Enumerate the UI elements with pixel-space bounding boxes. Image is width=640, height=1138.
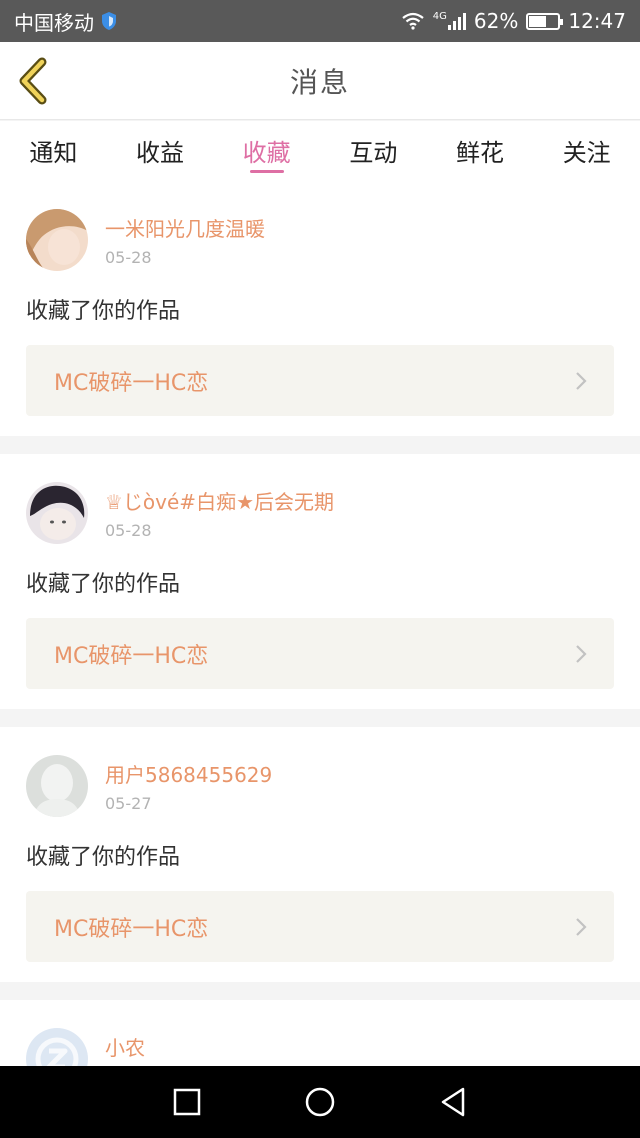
chevron-right-icon: [576, 917, 587, 936]
status-bar: 中国移动 4G 62% 12:47: [0, 0, 640, 42]
tab-notifications[interactable]: 通知: [0, 121, 107, 181]
page-title: 消息: [289, 65, 350, 99]
message-date: 05-27: [105, 794, 152, 813]
home-button[interactable]: [302, 1084, 338, 1120]
message-list: 一米阳光几度温暖 05-28 收藏了你的作品 MC破碎一HC恋 ♕じòvé#白痴…: [0, 181, 640, 1066]
message-card: 一米阳光几度温暖 05-28 收藏了你的作品 MC破碎一HC恋: [0, 181, 640, 436]
message-header: ♕じòvé#白痴★后会无期 05-28: [26, 482, 614, 544]
message-meta: 用户5868455629 05-27: [105, 759, 272, 813]
triangle-back-icon: [442, 1087, 465, 1117]
message-header: 一米阳光几度温暖 05-28: [26, 209, 614, 271]
signal-bars-icon: [447, 12, 466, 30]
work-link[interactable]: MC破碎一HC恋: [26, 345, 614, 416]
avatar[interactable]: [26, 209, 88, 271]
nav-bar: 消息: [0, 42, 640, 120]
username[interactable]: 小农: [105, 1032, 152, 1061]
recent-apps-button[interactable]: [169, 1084, 205, 1120]
message-text: 收藏了你的作品: [26, 572, 181, 597]
tab-interactions[interactable]: 互动: [320, 121, 427, 181]
message-date: 05-28: [105, 248, 152, 267]
network-type: 4G: [432, 11, 447, 22]
shield-icon: [102, 12, 116, 30]
back-button[interactable]: [14, 56, 54, 106]
message-header: 小农 05-27: [26, 1028, 614, 1066]
work-title: MC破碎一HC恋: [54, 370, 209, 396]
message-text: 收藏了你的作品: [26, 845, 181, 870]
message-text: 收藏了你的作品: [26, 299, 181, 324]
wifi-icon: [402, 12, 424, 30]
work-link[interactable]: MC破碎一HC恋: [26, 618, 614, 689]
battery-icon: [526, 12, 564, 30]
username[interactable]: ♕じòvé#白痴★后会无期: [105, 486, 334, 515]
chevron-left-icon: [19, 57, 47, 105]
message-meta: 一米阳光几度温暖 05-28: [105, 213, 265, 267]
message-card: 小农 05-27: [0, 1000, 640, 1066]
battery-percent: 62%: [473, 9, 519, 33]
status-left: 中国移动: [14, 7, 118, 36]
work-title: MC破碎一HC恋: [54, 916, 209, 942]
work-title: MC破碎一HC恋: [54, 643, 209, 669]
square-icon: [173, 1088, 200, 1116]
username[interactable]: 用户5868455629: [105, 759, 272, 788]
system-navigation-bar: [0, 1066, 640, 1138]
avatar[interactable]: [26, 1028, 88, 1066]
message-date: 05-28: [105, 521, 152, 540]
clock: 12:47: [568, 9, 626, 33]
chevron-right-icon: [576, 644, 587, 663]
tab-follows[interactable]: 关注: [533, 121, 640, 181]
cellular-signal: 4G: [433, 12, 466, 30]
work-link[interactable]: MC破碎一HC恋: [26, 891, 614, 962]
category-tabs: 通知 收益 收藏 互动 鲜花 关注: [0, 121, 640, 181]
tab-flowers[interactable]: 鲜花: [427, 121, 534, 181]
back-system-button[interactable]: [435, 1084, 471, 1120]
avatar[interactable]: [26, 482, 88, 544]
message-card: 用户5868455629 05-27 收藏了你的作品 MC破碎一HC恋: [0, 727, 640, 982]
username[interactable]: 一米阳光几度温暖: [105, 213, 265, 242]
message-header: 用户5868455629 05-27: [26, 755, 614, 817]
message-card: ♕じòvé#白痴★后会无期 05-28 收藏了你的作品 MC破碎一HC恋: [0, 454, 640, 709]
carrier-name: 中国移动: [14, 10, 94, 35]
tab-favorites[interactable]: 收藏: [213, 121, 320, 181]
circle-icon: [305, 1087, 335, 1117]
chevron-right-icon: [576, 371, 587, 390]
tab-earnings[interactable]: 收益: [107, 121, 214, 181]
message-meta: ♕じòvé#白痴★后会无期 05-28: [105, 486, 334, 540]
status-right: 4G 62% 12:47: [401, 9, 626, 33]
message-meta: 小农 05-27: [105, 1032, 152, 1066]
avatar[interactable]: [26, 755, 88, 817]
